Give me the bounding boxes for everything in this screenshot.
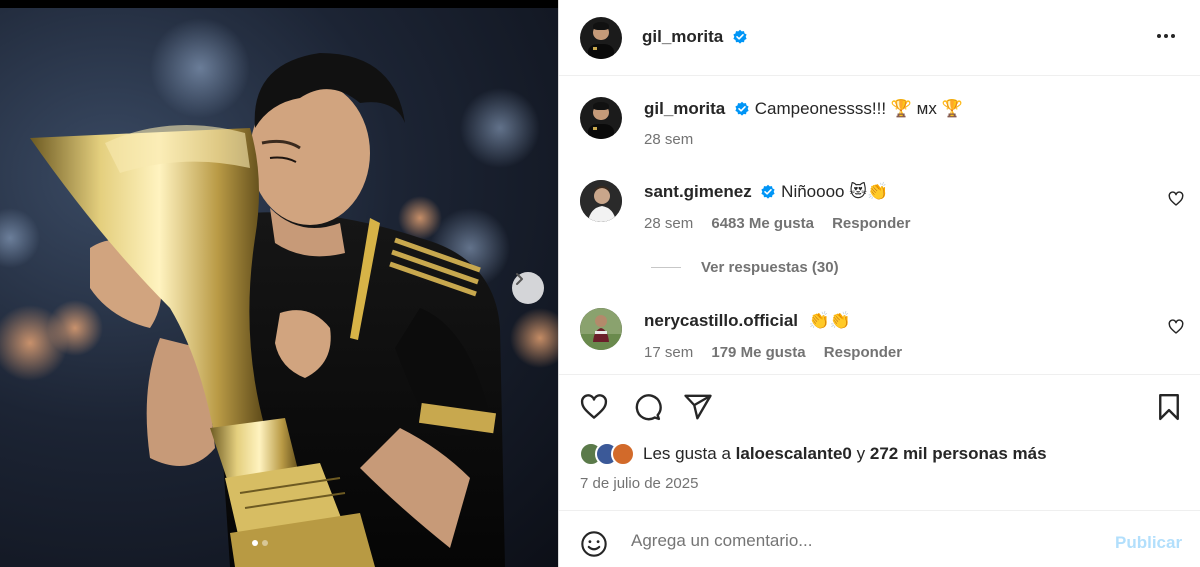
share-icon[interactable] [683,392,713,422]
comment-like-heart-icon[interactable] [1168,319,1184,335]
carousel-dot[interactable] [262,540,268,546]
post-dialog: gil_morita gil_morita Campeonessss!!! 🏆 … [0,0,1200,567]
view-replies-button[interactable]: Ver respuestas (30) [651,259,839,276]
comment-text: Niñoooo 😻👏 [781,182,889,201]
comment: nerycastillo.official 👏👏 [644,311,851,331]
liker-avatar[interactable] [611,442,635,466]
comment-username[interactable]: sant.gimenez [644,182,752,201]
caption-text: Campeonessss!!! 🏆 мх 🏆 [754,99,963,118]
comment-time[interactable]: 17 sem [644,344,693,361]
more-icon [1157,34,1161,38]
post-details-pane: gil_morita gil_morita Campeonessss!!! 🏆 … [558,0,1200,567]
comment-composer: Publicar [559,510,1200,567]
caption-username[interactable]: gil_morita [644,99,725,118]
comment: sant.gimenez Niñoooo 😻👏 [644,182,888,202]
caption-meta: 28 sem [644,131,693,148]
carousel-indicator [252,540,268,546]
likes-count[interactable]: 272 mil personas más [870,444,1047,463]
comment-icon[interactable] [632,392,662,422]
comment-username[interactable]: nerycastillo.official [644,311,798,330]
player-with-trophy-image [0,18,558,567]
replies-divider [651,267,681,268]
comment-meta: 28 sem 6483 Me gusta Responder [644,215,910,232]
actions-divider [559,374,1200,375]
top-bar [0,0,558,8]
comment-time[interactable]: 28 sem [644,215,693,232]
comment-likes[interactable]: 6483 Me gusta [711,215,814,232]
heart-icon[interactable] [579,392,609,422]
next-image-button[interactable] [512,272,544,304]
post-header: gil_morita [559,0,1200,76]
comment-likes[interactable]: 179 Me gusta [711,344,805,361]
verified-badge-icon [761,184,776,199]
commenter-avatar[interactable] [580,180,622,222]
bookmark-icon[interactable] [1154,392,1184,422]
avatar-image [580,180,622,222]
comment-text: 👏👏 [808,311,852,330]
caption-time[interactable]: 28 sem [644,131,693,148]
post-date[interactable]: 7 de julio de 2025 [580,475,698,492]
reply-button[interactable]: Responder [832,215,910,232]
caption: gil_morita Campeonessss!!! 🏆 мх 🏆 [644,99,963,119]
smiley-icon[interactable] [580,530,608,558]
likes-user[interactable]: laloescalante0 [736,444,852,463]
caption-author-avatar[interactable] [580,97,622,139]
author-username[interactable]: gil_morita [642,27,748,47]
more-options-button[interactable] [1157,34,1175,38]
author-username-text[interactable]: gil_morita [642,27,723,46]
commenter-avatar[interactable] [580,308,622,350]
post-image[interactable] [0,8,558,567]
avatar-image [580,308,622,350]
verified-badge-icon [735,101,749,116]
comment-meta: 17 sem 179 Me gusta Responder [644,344,902,361]
comment-like-heart-icon[interactable] [1168,191,1184,207]
likes-text[interactable]: Les gusta a laloescalante0 y 272 mil per… [643,444,1047,464]
likes-connector: y [856,444,866,463]
comment-input[interactable] [631,531,1091,551]
carousel-dot[interactable] [252,540,258,546]
author-avatar[interactable] [580,17,622,59]
view-replies-label[interactable]: Ver respuestas (30) [701,259,839,276]
likes-summary: Les gusta a laloescalante0 y 272 mil per… [579,442,1047,466]
reply-button[interactable]: Responder [824,344,902,361]
verified-badge-icon [733,29,747,44]
publish-button[interactable]: Publicar [1115,533,1182,553]
likes-prefix: Les gusta a [643,444,731,463]
chevron-right-icon [516,273,523,285]
